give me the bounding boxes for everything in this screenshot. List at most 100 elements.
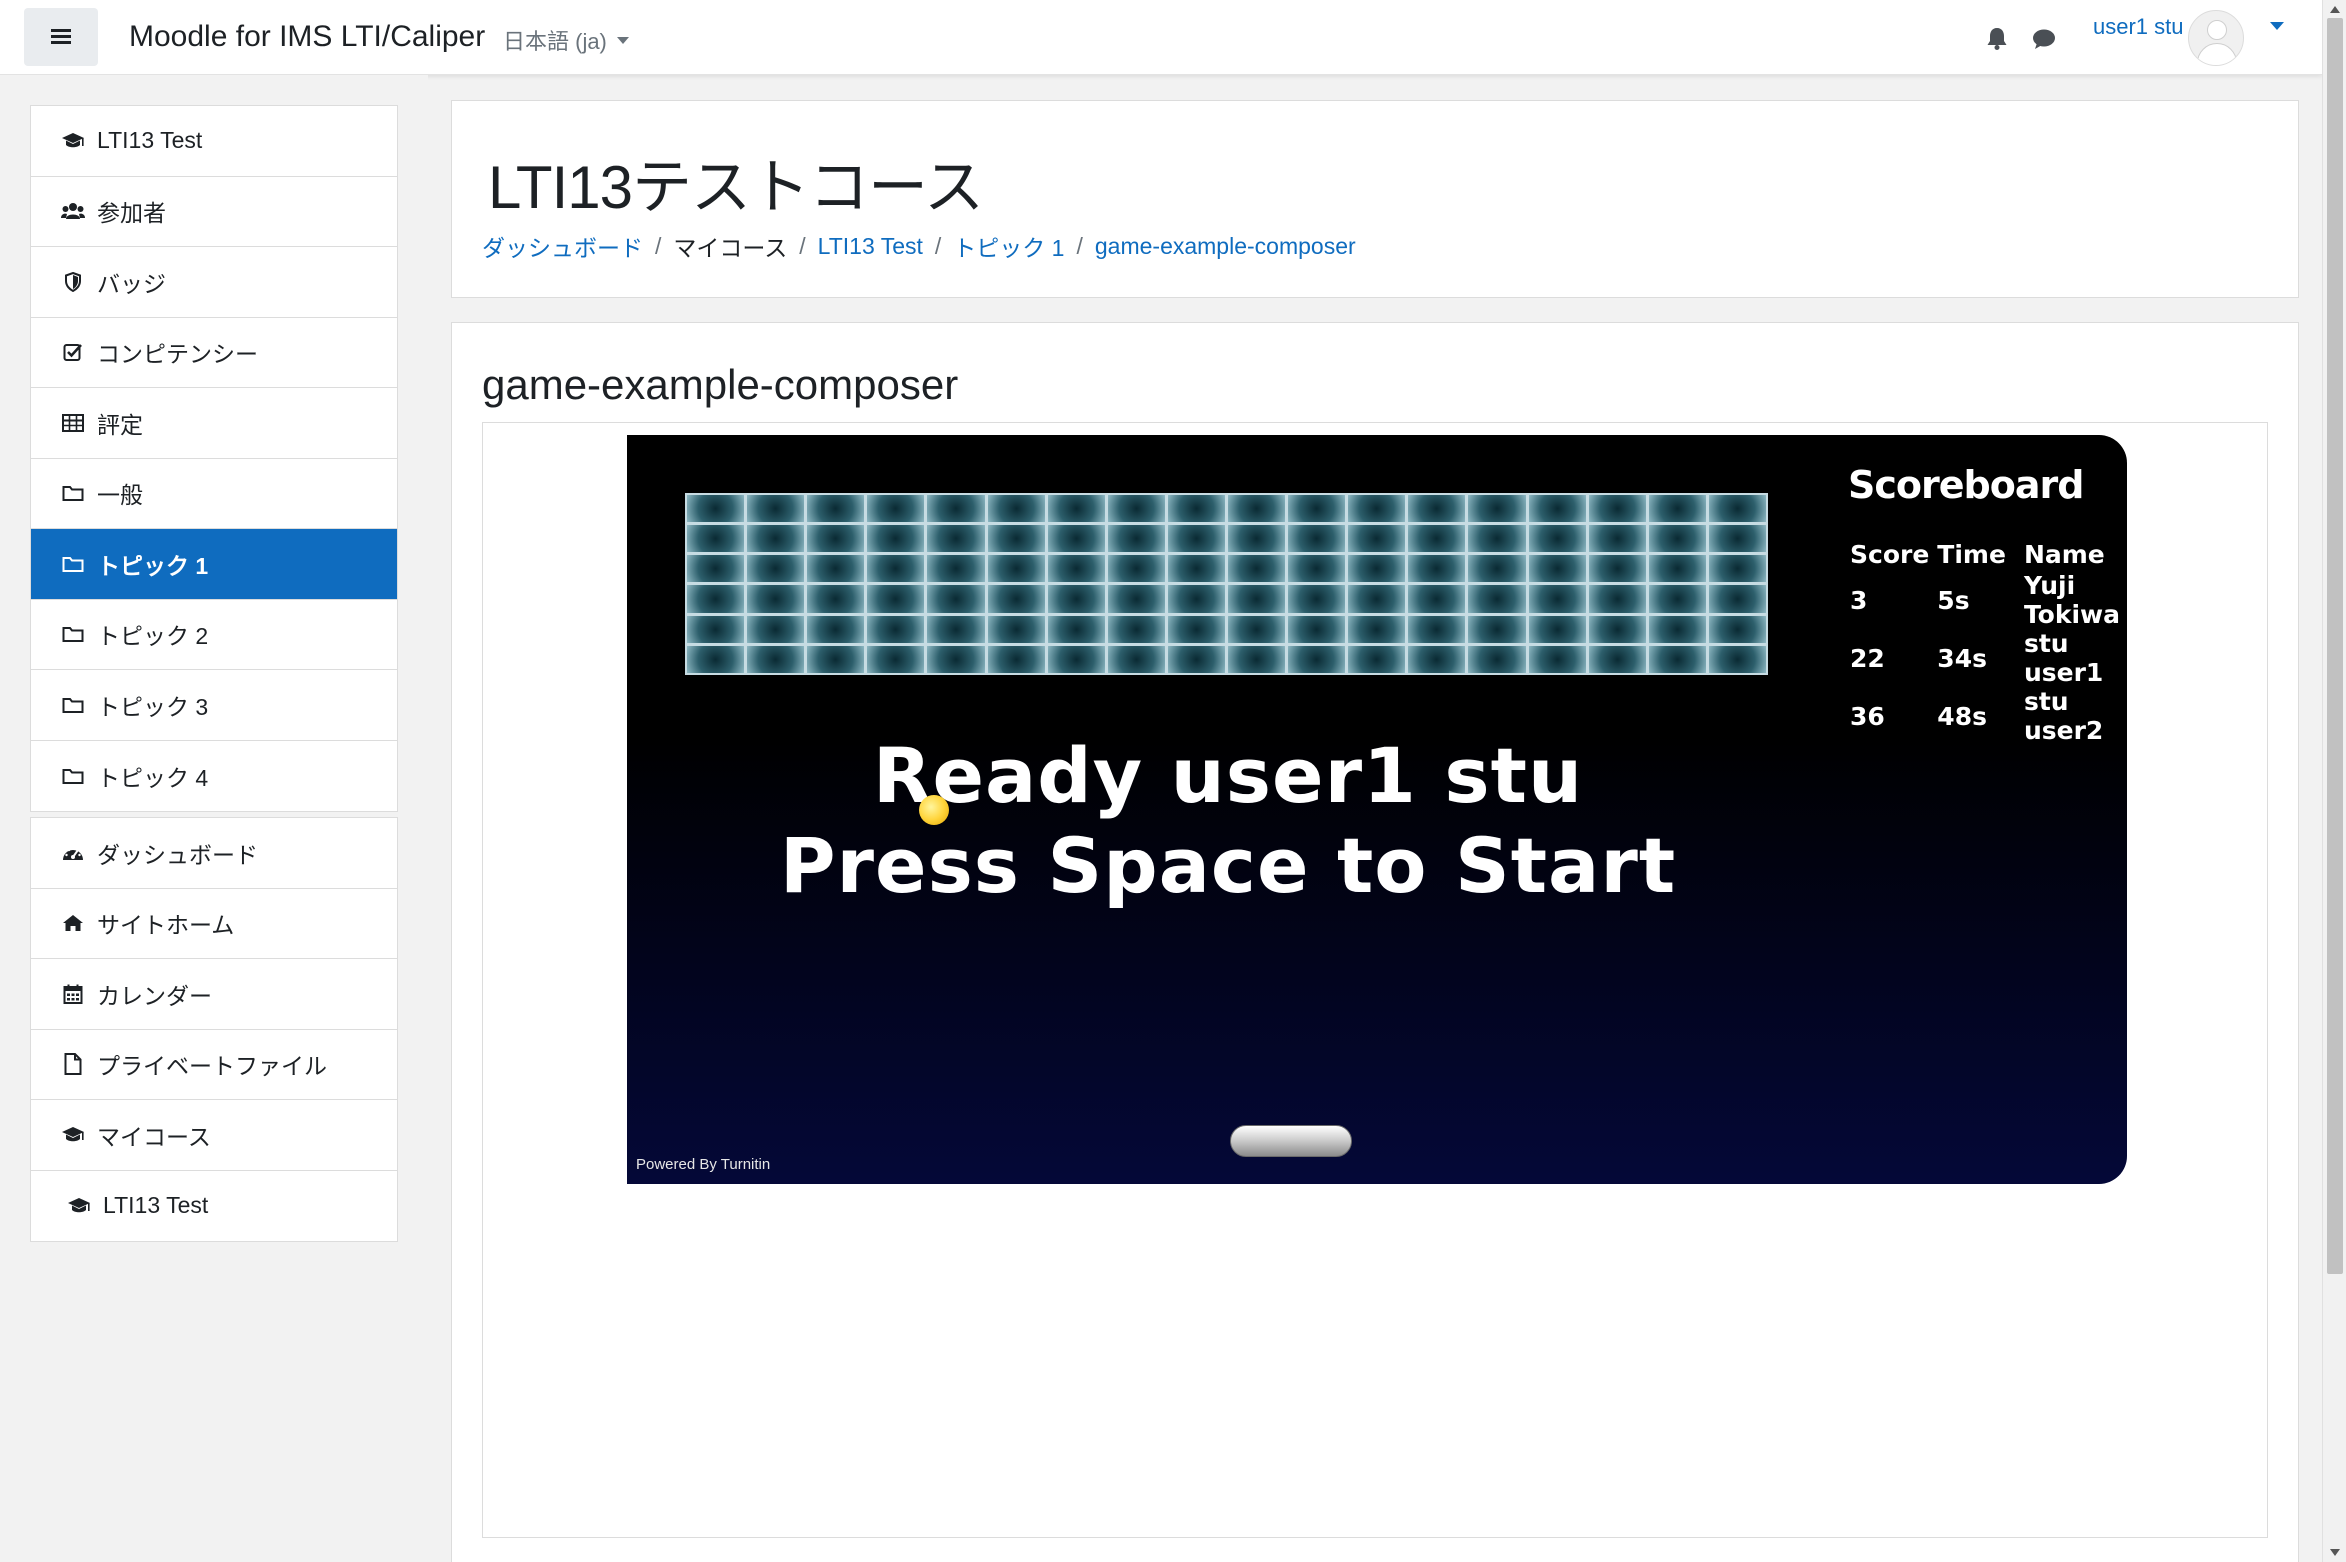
brick xyxy=(1648,645,1706,673)
brick xyxy=(1588,645,1646,673)
bell-icon[interactable] xyxy=(1986,26,2008,50)
brick xyxy=(1047,585,1105,613)
page-scrollbar[interactable] xyxy=(2322,0,2346,1562)
sidebar-item-label: トピック 2 xyxy=(97,623,209,650)
brick xyxy=(927,525,985,553)
folder-icon xyxy=(61,624,85,644)
sidebar-item-label: 参加者 xyxy=(97,200,166,227)
brick xyxy=(687,495,745,523)
lti-iframe[interactable]: Scoreboard Score Time Name 3 5s Yuji Tok… xyxy=(482,422,2268,1538)
table-row: 22 34s stu user1 xyxy=(1840,629,2127,687)
brick xyxy=(1528,615,1586,643)
start-line: Press Space to Start xyxy=(779,821,1677,910)
avatar[interactable] xyxy=(2188,10,2244,66)
brick xyxy=(1648,555,1706,583)
brick xyxy=(1408,495,1466,523)
scoreboard-title: Scoreboard xyxy=(1848,463,2084,507)
user-menu-chevron-icon[interactable] xyxy=(2270,22,2284,30)
drawer-toggle-button[interactable] xyxy=(24,8,98,66)
nav-drawer: LTI13 Test 参加者 バッジ コンピテンシー 評定 一般 トピック 1 … xyxy=(0,75,428,1562)
sidebar-item-topic-1[interactable]: トピック 1 xyxy=(31,529,397,600)
sidebar-item-private-files[interactable]: プライベートファイル xyxy=(31,1030,397,1100)
scrollbar-thumb[interactable] xyxy=(2327,18,2343,1274)
brick xyxy=(747,495,805,523)
brick xyxy=(1227,525,1286,553)
sidebar-item-topic-2[interactable]: トピック 2 xyxy=(31,600,397,670)
brick xyxy=(1588,555,1646,583)
sidebar-item-calendar[interactable]: カレンダー xyxy=(31,959,397,1030)
scoreboard: Scoreboard Score Time Name 3 5s Yuji Tok… xyxy=(1840,463,2127,745)
sidebar-item-topic-3[interactable]: トピック 3 xyxy=(31,670,397,741)
brick xyxy=(1348,525,1406,553)
score-cell: 22 xyxy=(1850,643,1885,673)
column-header: Name xyxy=(2023,539,2105,569)
brick xyxy=(1227,585,1286,613)
sidebar-item-label: コンピテンシー xyxy=(97,341,258,368)
brick xyxy=(1348,585,1406,613)
sidebar-item-topic-4[interactable]: トピック 4 xyxy=(31,741,397,812)
brick xyxy=(1468,585,1526,613)
brick xyxy=(1227,615,1286,643)
paddle[interactable] xyxy=(1230,1125,1352,1157)
table-row: 3 5s Yuji Tokiwa xyxy=(1840,571,2127,629)
time-cell: 34s xyxy=(1937,643,1987,673)
activity-content: game-example-composer Scoreboard Score T… xyxy=(451,322,2299,1562)
breakout-game-canvas[interactable]: Scoreboard Score Time Name 3 5s Yuji Tok… xyxy=(627,435,2127,1184)
brick xyxy=(1348,495,1406,523)
brick xyxy=(1468,495,1526,523)
sidebar-item-badges[interactable]: バッジ xyxy=(31,247,397,318)
scroll-down-arrow-icon[interactable] xyxy=(2330,1549,2340,1556)
sidebar-item-dashboard[interactable]: ダッシュボード xyxy=(31,818,397,889)
brick xyxy=(1167,495,1225,523)
brick xyxy=(1288,495,1346,523)
sidebar-item-label: バッジ xyxy=(97,270,166,297)
brick xyxy=(1047,525,1105,553)
sidebar-item-site-home[interactable]: サイトホーム xyxy=(31,889,397,959)
sidebar-item-label: LTI13 Test xyxy=(103,1192,209,1219)
brick xyxy=(687,525,745,553)
brick xyxy=(1648,495,1706,523)
brick xyxy=(1288,645,1346,673)
ball xyxy=(919,795,949,825)
brick xyxy=(1408,525,1466,553)
brick xyxy=(687,585,745,613)
sidebar-item-competencies[interactable]: コンピテンシー xyxy=(31,318,397,388)
site-name-link[interactable]: Moodle for IMS LTI/Caliper xyxy=(129,20,485,54)
brick xyxy=(1348,555,1406,583)
sidebar-item-general[interactable]: 一般 xyxy=(31,459,397,529)
brick xyxy=(1708,645,1766,673)
brick xyxy=(1408,585,1466,613)
breadcrumb-course-link[interactable]: LTI13 Test xyxy=(818,233,923,260)
breadcrumb-topic-link[interactable]: トピック 1 xyxy=(953,229,1064,263)
brick xyxy=(687,615,745,643)
brick xyxy=(1167,525,1225,553)
sidebar-item-grades[interactable]: 評定 xyxy=(31,388,397,459)
language-menu[interactable]: 日本語 (ja) xyxy=(503,24,629,56)
user-menu-name[interactable]: user1 stu xyxy=(2093,14,2184,40)
sidebar-item-course[interactable]: LTI13 Test xyxy=(31,106,397,177)
brick xyxy=(867,585,925,613)
column-header: Score xyxy=(1850,539,1930,569)
breadcrumb-dashboard-link[interactable]: ダッシュボード xyxy=(482,229,643,263)
brick xyxy=(1588,615,1646,643)
scroll-up-arrow-icon[interactable] xyxy=(2330,6,2340,13)
brick xyxy=(1588,585,1646,613)
brick xyxy=(807,525,865,553)
page-title: LTI13テストコース xyxy=(488,154,984,221)
brick xyxy=(1468,525,1526,553)
breadcrumb-activity-link[interactable]: game-example-composer xyxy=(1095,233,1356,260)
message-icon[interactable] xyxy=(2032,28,2056,50)
chevron-down-icon xyxy=(616,36,629,44)
sidebar-item-label: ダッシュボード xyxy=(97,841,258,868)
scoreboard-table: Score Time Name 3 5s Yuji Tokiwa 22 34s … xyxy=(1840,537,2127,746)
brick xyxy=(1047,495,1105,523)
brick xyxy=(1167,615,1225,643)
sidebar-item-participants[interactable]: 参加者 xyxy=(31,177,397,247)
brick xyxy=(1648,585,1706,613)
breadcrumb: ダッシュボード / マイコース / LTI13 Test / トピック 1 / … xyxy=(482,229,1356,263)
brick xyxy=(747,555,805,583)
time-cell: 5s xyxy=(1937,585,1970,615)
sidebar-item-lti13-test[interactable]: LTI13 Test xyxy=(31,1171,397,1242)
sidebar-item-my-courses[interactable]: マイコース xyxy=(31,1100,397,1171)
brick xyxy=(867,495,925,523)
